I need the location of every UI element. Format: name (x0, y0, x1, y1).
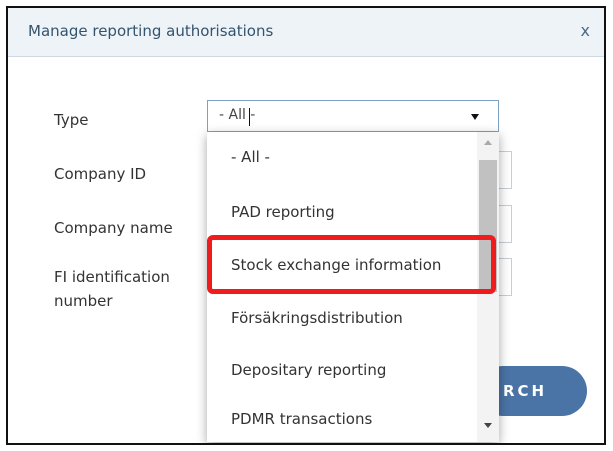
scroll-down-icon[interactable] (484, 423, 492, 428)
dropdown-option-forsakringsdistribution[interactable]: Försäkringsdistribution (231, 309, 403, 327)
fi-id-input[interactable] (499, 258, 512, 296)
dropdown-option-pdmr-transactions[interactable]: PDMR transactions (231, 410, 372, 428)
dropdown-option-all[interactable]: - All - (231, 148, 270, 166)
fi-id-label-line1: FI identification (54, 268, 170, 286)
chevron-down-icon[interactable] (471, 114, 479, 120)
type-dropdown-list: - All - PAD reporting Stock exchange inf… (207, 132, 499, 442)
scrollbar-thumb[interactable] (479, 160, 497, 292)
company-id-input[interactable] (499, 151, 512, 189)
company-id-label: Company ID (54, 165, 147, 183)
fi-id-label-line2: number (54, 292, 113, 310)
type-label: Type (54, 111, 89, 129)
modal-title: Manage reporting authorisations (28, 22, 274, 40)
close-icon[interactable]: x (581, 21, 590, 40)
type-select[interactable]: - All - (207, 100, 499, 132)
scroll-up-icon[interactable] (484, 140, 492, 145)
text-cursor (249, 108, 250, 126)
company-name-label: Company name (54, 219, 173, 237)
dropdown-scrollbar[interactable] (477, 132, 499, 442)
dropdown-option-stock-exchange-information[interactable]: Stock exchange information (231, 256, 441, 274)
modal-header: Manage reporting authorisations x (8, 8, 604, 57)
dropdown-option-depositary-reporting[interactable]: Depositary reporting (231, 361, 386, 379)
company-name-input[interactable] (499, 205, 512, 243)
modal-dialog: Manage reporting authorisations x Type C… (6, 6, 606, 445)
dropdown-option-pad-reporting[interactable]: PAD reporting (231, 203, 335, 221)
